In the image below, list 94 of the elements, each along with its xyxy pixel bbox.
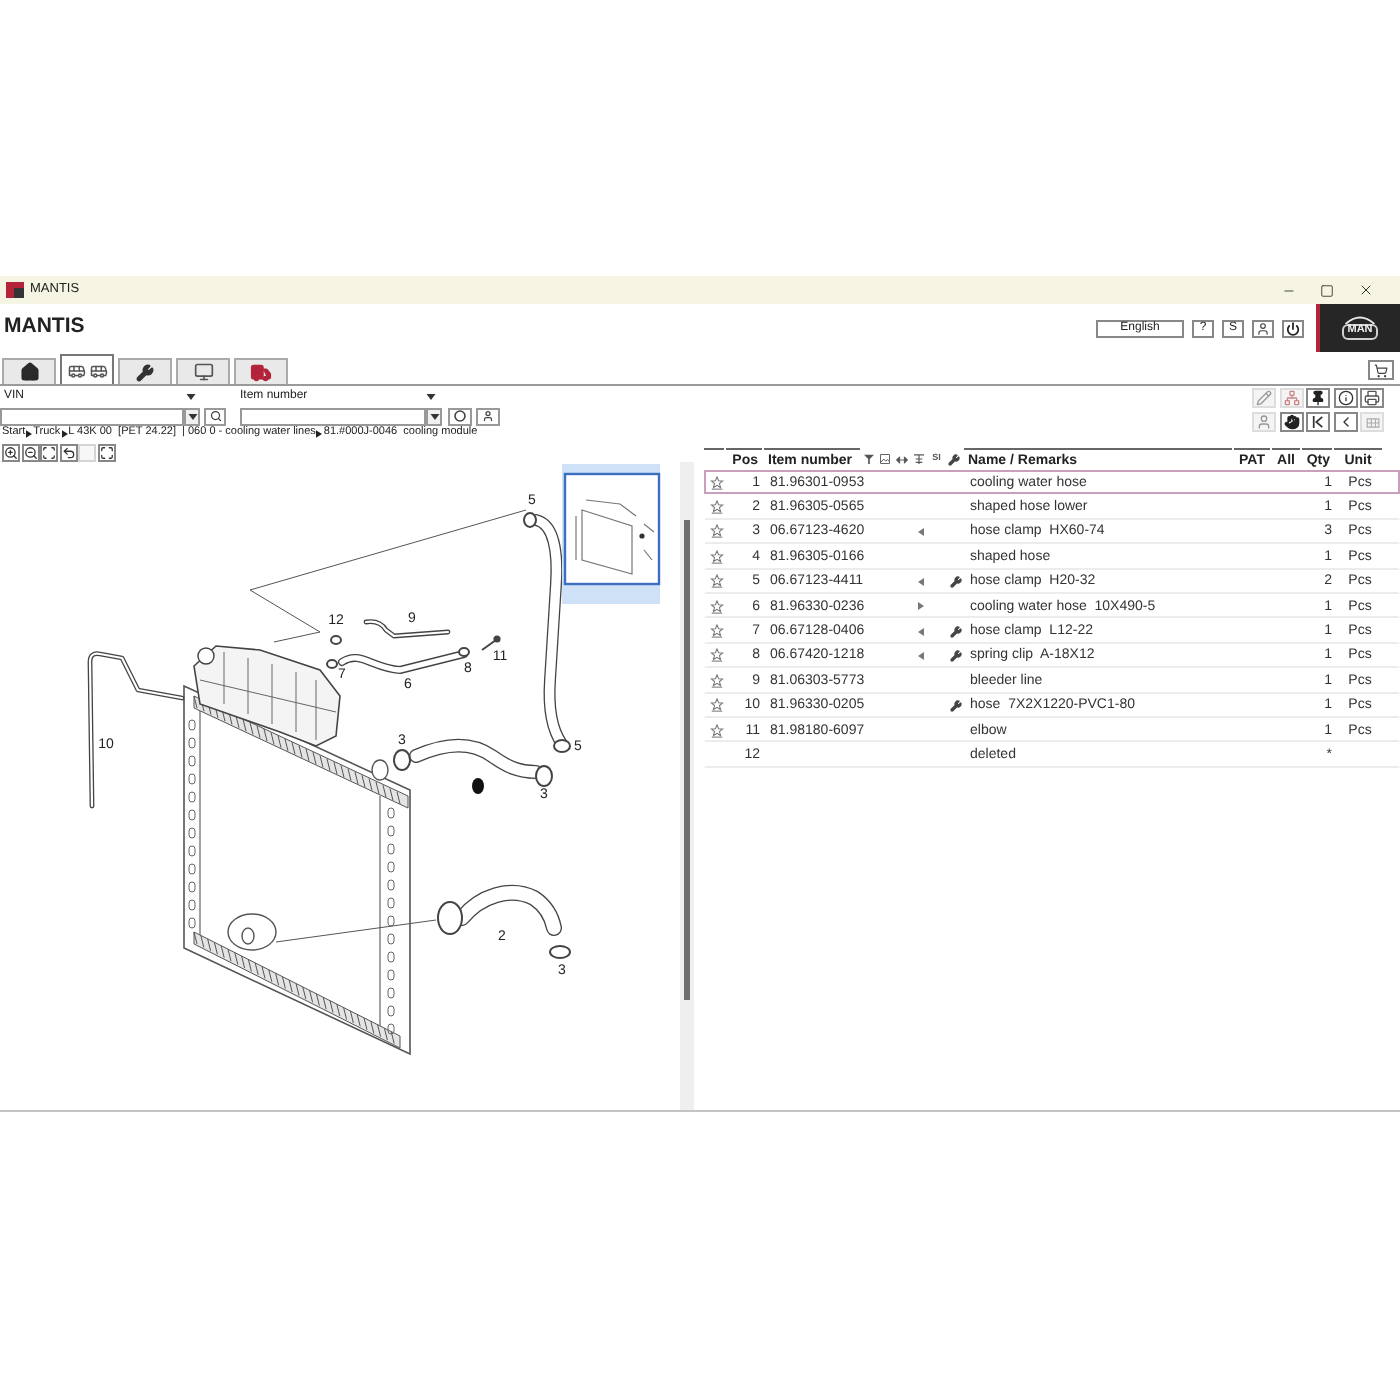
home-icon	[19, 362, 39, 382]
dropdown-arrow-icon	[426, 393, 436, 399]
first-page-icon	[1312, 416, 1324, 428]
scan-frame-icon	[42, 445, 56, 459]
info-icon	[1337, 390, 1353, 406]
power-icon	[1286, 321, 1300, 335]
zoom-tool-button[interactable]	[40, 443, 58, 461]
dropdown-arrow-icon	[186, 393, 196, 399]
undo-icon	[61, 445, 75, 459]
star-icon[interactable]	[709, 698, 723, 713]
star-icon[interactable]	[709, 648, 723, 663]
star-icon[interactable]	[709, 723, 723, 738]
star-icon[interactable]	[709, 500, 723, 515]
wrench-icon	[136, 363, 154, 381]
exit-button[interactable]	[1282, 319, 1304, 337]
logo-arc-icon	[1342, 316, 1378, 325]
dropdown-button[interactable]	[184, 407, 200, 425]
account-button[interactable]	[1252, 319, 1274, 337]
star-icon[interactable]	[709, 599, 723, 614]
input-field[interactable]	[0, 407, 184, 425]
reset-button[interactable]	[448, 407, 472, 425]
tab[interactable]	[60, 354, 114, 384]
hose-clamp	[523, 512, 537, 528]
hose-clamp	[458, 647, 470, 657]
toolbar-button[interactable]	[1333, 388, 1357, 408]
dropdown-arrow-icon	[187, 413, 197, 419]
dropdown-arrow-icon	[429, 413, 439, 419]
zoom-tool-button[interactable]	[97, 443, 115, 461]
zoom-in-icon	[4, 445, 18, 459]
cart-button[interactable]	[1368, 360, 1394, 380]
breadcrumb-arrow-icon	[316, 430, 323, 438]
toolbar-button[interactable]	[1306, 388, 1330, 408]
hose	[338, 650, 468, 674]
hose-clamp	[330, 635, 342, 645]
star-icon[interactable]	[709, 624, 723, 639]
tab[interactable]	[118, 358, 172, 384]
star-icon[interactable]	[709, 574, 723, 589]
star-icon[interactable]	[709, 475, 723, 490]
maximize-icon[interactable]	[1320, 283, 1334, 297]
person-icon	[1256, 414, 1272, 430]
bolt	[481, 635, 501, 651]
truck-icon	[250, 361, 272, 383]
zoom-tool-button[interactable]	[21, 443, 39, 461]
hose-clamp	[535, 765, 553, 787]
overview-thumbnail[interactable]	[562, 464, 661, 604]
zoom-out-icon	[23, 445, 37, 459]
hose-clamp	[549, 945, 571, 959]
seal-ring	[472, 778, 484, 794]
tab[interactable]	[2, 358, 56, 384]
tab[interactable]	[234, 358, 288, 384]
zoom-tool-button[interactable]	[59, 443, 77, 461]
breadcrumb-arrow-icon	[61, 430, 68, 438]
pencil-icon	[1256, 390, 1272, 406]
circle-icon	[454, 410, 466, 422]
pin-icon	[1310, 390, 1326, 406]
search-button[interactable]	[204, 407, 226, 425]
cart-icon	[1374, 363, 1388, 377]
star-icon[interactable]	[709, 524, 723, 539]
input-field[interactable]	[240, 407, 426, 425]
expand-icon	[99, 445, 113, 459]
toolbar-button[interactable]	[1360, 388, 1384, 408]
double-arrow-icon	[896, 455, 909, 463]
bus-icon	[89, 361, 107, 379]
zoom-tool-button[interactable]	[2, 443, 20, 461]
hose	[363, 619, 451, 639]
monitor-icon	[193, 362, 213, 382]
grid-icon	[1365, 417, 1379, 427]
app-icon	[6, 282, 24, 298]
hose-clamp	[326, 659, 338, 669]
hose-clamp	[393, 749, 411, 771]
star-icon[interactable]	[709, 549, 723, 564]
scrollbar-thumb[interactable]	[684, 520, 690, 1000]
close-icon[interactable]	[1358, 282, 1374, 298]
tab[interactable]	[176, 358, 230, 384]
app-title: MANTIS	[2, 312, 85, 343]
toolbar-button[interactable]	[1306, 412, 1330, 432]
toolbar-button[interactable]	[1279, 412, 1303, 432]
breadcrumb-arrow-icon	[26, 430, 33, 438]
hand-icon	[1283, 414, 1299, 430]
wrench-icon	[947, 453, 960, 465]
hose-clamp	[553, 739, 571, 753]
hierarchy-icon	[1283, 390, 1299, 406]
printer-icon	[1364, 390, 1380, 406]
dropdown-button[interactable]	[426, 407, 442, 425]
image-icon	[880, 454, 891, 464]
star-icon[interactable]	[709, 673, 723, 688]
list-icon	[914, 454, 925, 464]
person-icon	[1256, 321, 1270, 335]
user-search-button[interactable]	[476, 407, 500, 425]
search-icon	[209, 410, 221, 422]
funnel-icon	[863, 454, 874, 464]
hose-clamp	[437, 901, 463, 935]
bus-icon	[67, 361, 85, 379]
person-icon	[482, 410, 494, 422]
